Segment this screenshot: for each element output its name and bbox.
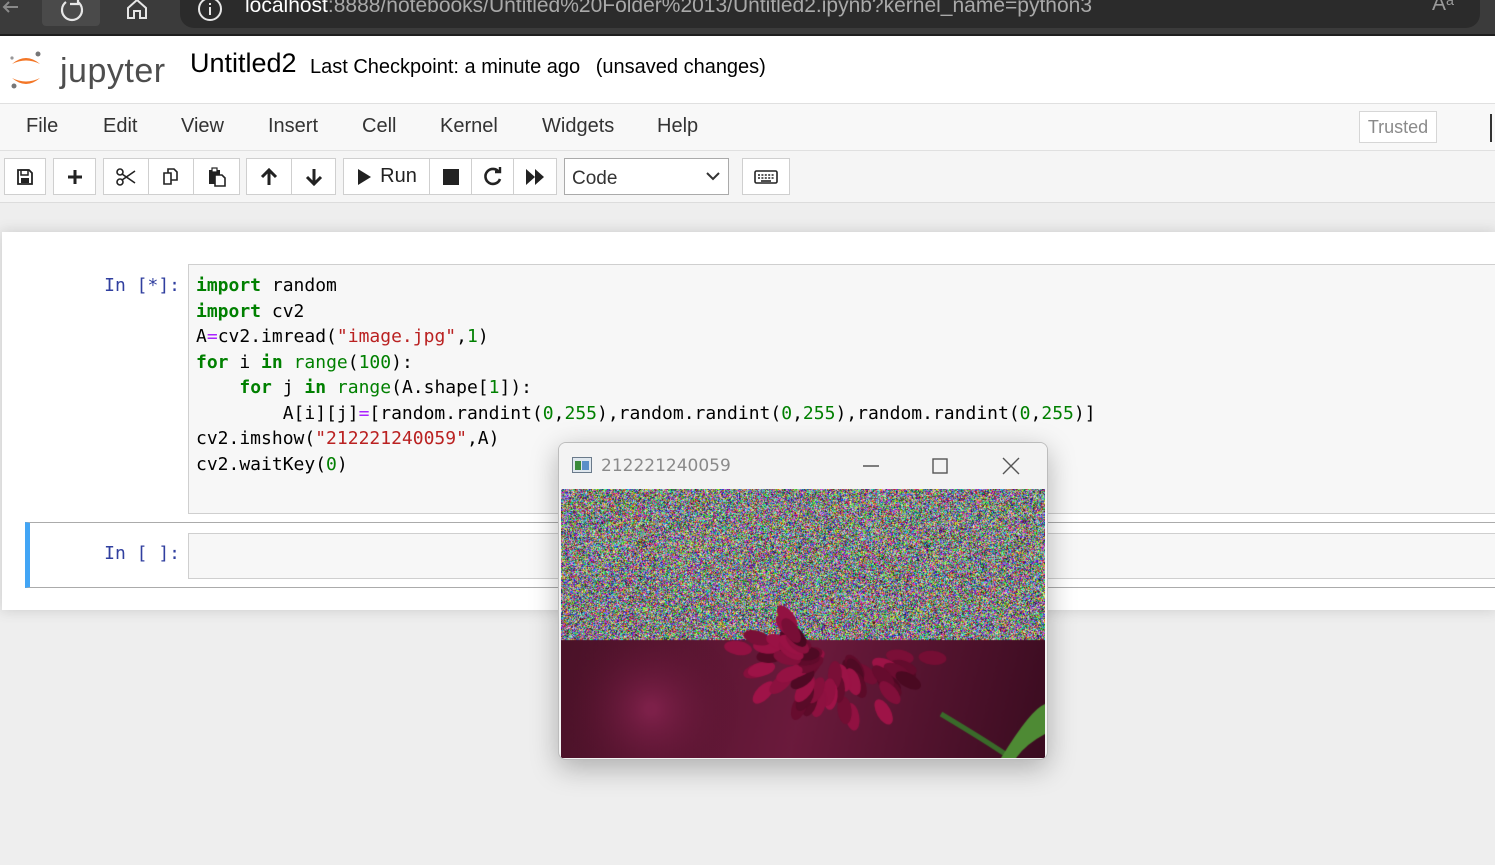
last-checkpoint: Last Checkpoint: a minute ago [310, 56, 580, 78]
menu-file[interactable]: File [26, 115, 58, 138]
insert-cell-button[interactable] [53, 158, 96, 195]
url-path: :8888/notebooks/Untitled%20Folder%2013/U… [328, 0, 1092, 17]
restart-icon [483, 167, 503, 187]
cell-2-prompt: In [ ]: [0, 543, 180, 564]
address-url[interactable]: localhost:8888/notebooks/Untitled%20Fold… [245, 0, 1092, 18]
code-line: import random [196, 275, 337, 296]
paste-button[interactable] [193, 158, 240, 195]
window-title: 212221240059 [601, 456, 731, 476]
menu-help[interactable]: Help [657, 115, 698, 138]
jupyter-logo-text: jupyter [60, 52, 166, 91]
opencv-image-canvas [561, 489, 1045, 758]
read-aloud-icon[interactable]: Aᵃ [1432, 0, 1454, 16]
maximize-icon[interactable] [929, 455, 951, 477]
arrow-down-icon [305, 167, 323, 187]
command-palette-button[interactable] [742, 158, 790, 195]
arrow-up-icon [260, 167, 278, 187]
play-icon [356, 168, 372, 186]
cell-type-value: Code [572, 168, 617, 189]
info-icon[interactable] [196, 0, 224, 23]
restart-button[interactable] [471, 158, 514, 195]
kernel-indicator [1490, 114, 1492, 142]
menu-widgets[interactable]: Widgets [542, 115, 614, 138]
checkpoint-status: Last Checkpoint: a minute ago (unsaved c… [310, 56, 766, 79]
code-line: cv2.waitKey(0) [196, 454, 348, 475]
home-icon [122, 0, 152, 22]
opencv-image-window[interactable]: 212221240059 [558, 442, 1048, 760]
menu-edit[interactable]: Edit [103, 115, 137, 138]
jupyter-logo-icon [8, 48, 48, 92]
run-button[interactable]: Run [343, 158, 430, 195]
restart-run-all-button[interactable] [513, 158, 557, 195]
save-icon [16, 168, 34, 186]
paste-icon [207, 167, 227, 187]
back-icon[interactable] [0, 0, 20, 20]
code-line: for j in range(A.shape[1]): [196, 377, 532, 398]
code-line: cv2.imshow("212221240059",A) [196, 428, 499, 449]
notebook-name[interactable]: Untitled2 [190, 48, 297, 79]
menu-kernel[interactable]: Kernel [440, 115, 498, 138]
minimize-icon[interactable] [860, 455, 882, 477]
autosave-status: (unsaved changes) [596, 56, 766, 78]
reload-button[interactable] [42, 0, 100, 26]
opencv-app-icon [572, 457, 592, 473]
keyboard-icon [754, 169, 778, 185]
copy-button[interactable] [148, 158, 194, 195]
code-line: import cv2 [196, 301, 304, 322]
cut-button[interactable] [103, 158, 149, 195]
cell-1-prompt: In [*]: [0, 275, 180, 296]
move-up-button[interactable] [246, 158, 292, 195]
jupyter-logo[interactable]: jupyter [8, 44, 168, 94]
code-line: for i in range(100): [196, 352, 413, 373]
run-label: Run [380, 165, 417, 188]
browser-toolbar: localhost:8888/notebooks/Untitled%20Fold… [0, 0, 1495, 34]
close-icon[interactable] [1000, 455, 1022, 477]
code-line: A[i][j]=[random.randint(0,255),random.ra… [196, 403, 1096, 424]
cell-type-select[interactable]: Code [564, 158, 729, 195]
chevron-down-icon [706, 170, 720, 182]
menubar: File Edit View Insert Cell Kernel Widget… [0, 103, 1495, 151]
plus-icon [66, 168, 84, 186]
menu-cell[interactable]: Cell [362, 115, 396, 138]
menu-insert[interactable]: Insert [268, 115, 318, 138]
code-line: A=cv2.imread("image.jpg",1) [196, 326, 489, 347]
stop-icon [443, 169, 459, 185]
cut-icon [115, 168, 137, 186]
save-button[interactable] [4, 158, 46, 195]
copy-icon [161, 167, 181, 187]
url-host: localhost [245, 0, 328, 17]
home-button[interactable] [108, 0, 166, 26]
jupyter-header: jupyter Untitled2 Last Checkpoint: a min… [0, 34, 1495, 103]
move-down-button[interactable] [291, 158, 336, 195]
reload-icon [56, 0, 86, 22]
notebook-toolbar: Run Code [0, 151, 1495, 203]
menu-view[interactable]: View [181, 115, 224, 138]
window-titlebar[interactable]: 212221240059 [559, 443, 1047, 489]
interrupt-button[interactable] [429, 158, 472, 195]
trusted-indicator[interactable]: Trusted [1359, 111, 1437, 143]
fast-forward-icon [525, 168, 545, 186]
